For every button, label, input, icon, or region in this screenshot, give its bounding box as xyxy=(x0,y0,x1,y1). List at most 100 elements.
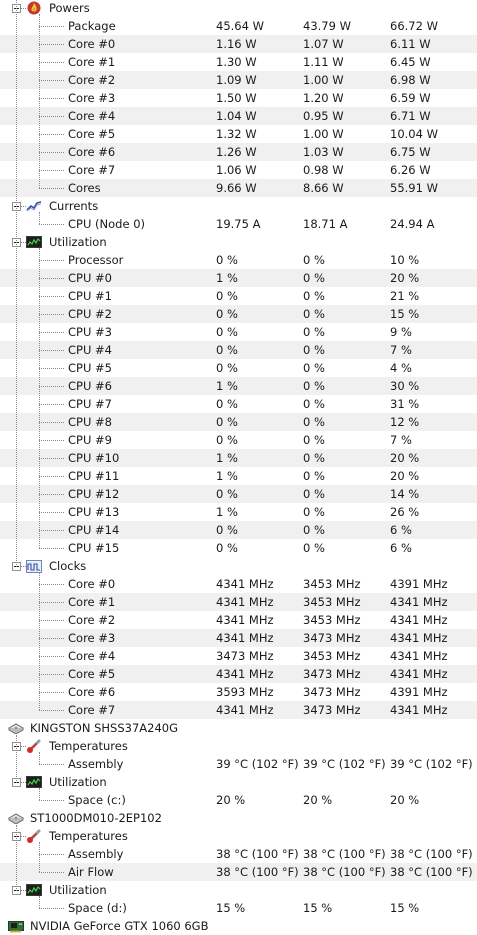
sensor-max: 38 °C (100 °F) xyxy=(390,865,473,879)
sensor-max: 12 % xyxy=(390,415,420,429)
sensor-min: 38 °C (100 °F) xyxy=(303,847,386,861)
device-row-st1000dm010-2ep102[interactable]: ST1000DM010-2EP102 xyxy=(0,809,477,827)
sensor-value: 1 % xyxy=(216,451,238,465)
sensor-row-cpu-9[interactable]: CPU #9 0 % 0 % 7 % xyxy=(0,431,477,449)
sensor-row-core-1[interactable]: Core #1 1.30 W 1.11 W 6.45 W xyxy=(0,53,477,71)
sensor-label: Core #6 xyxy=(68,145,116,159)
sensor-row-core-5[interactable]: Core #5 4341 MHz 3473 MHz 4341 MHz xyxy=(0,665,477,683)
sensor-value: 0 % xyxy=(216,487,238,501)
sensor-label: Core #7 xyxy=(68,703,116,717)
sensor-label: Core #4 xyxy=(68,109,116,123)
group-row-powers[interactable]: Powers xyxy=(0,0,477,17)
sensor-row-core-5[interactable]: Core #5 1.32 W 1.00 W 10.04 W xyxy=(0,125,477,143)
sensor-label: CPU #2 xyxy=(68,307,112,321)
tree-connector-line xyxy=(39,458,64,459)
sensor-row-core-0[interactable]: Core #0 1.16 W 1.07 W 6.11 W xyxy=(0,35,477,53)
sensor-row-cpu-7[interactable]: CPU #7 0 % 0 % 31 % xyxy=(0,395,477,413)
sensor-row-cpu-4[interactable]: CPU #4 0 % 0 % 7 % xyxy=(0,341,477,359)
sensor-row-cpu-2[interactable]: CPU #2 0 % 0 % 15 % xyxy=(0,305,477,323)
sensor-row-core-2[interactable]: Core #2 4341 MHz 3453 MHz 4341 MHz xyxy=(0,611,477,629)
sensor-row-cpu-node-0[interactable]: CPU (Node 0) 19.75 A 18.71 A 24.94 A xyxy=(0,215,477,233)
group-row-temperatures[interactable]: Temperatures xyxy=(0,737,477,755)
sensor-row-core-4[interactable]: Core #4 3473 MHz 3453 MHz 4341 MHz xyxy=(0,647,477,665)
sensor-min: 18.71 A xyxy=(303,217,348,231)
sensor-value: 1 % xyxy=(216,271,238,285)
sensor-row-cpu-14[interactable]: CPU #14 0 % 0 % 6 % xyxy=(0,521,477,539)
sensor-label: CPU #6 xyxy=(68,379,112,393)
sensor-row-processor[interactable]: Processor 0 % 0 % 10 % xyxy=(0,251,477,269)
sensor-value: 0 % xyxy=(216,307,238,321)
sensor-min: 20 % xyxy=(303,793,333,807)
sensor-max: 21 % xyxy=(390,289,420,303)
sensor-row-assembly[interactable]: Assembly 38 °C (100 °F) 38 °C (100 °F) 38 °… xyxy=(0,845,477,863)
sensor-label: Core #1 xyxy=(68,595,116,609)
sensor-row-space-c[interactable]: Space (c:) 20 % 20 % 20 % xyxy=(0,791,477,809)
sensor-label: Assembly xyxy=(68,757,124,771)
sensor-value: 4341 MHz xyxy=(216,613,274,627)
tree-connector-line xyxy=(20,206,26,207)
sensor-row-core-6[interactable]: Core #6 1.26 W 1.03 W 6.75 W xyxy=(0,143,477,161)
sensor-min: 0 % xyxy=(303,325,325,339)
sensor-row-core-3[interactable]: Core #3 1.50 W 1.20 W 6.59 W xyxy=(0,89,477,107)
sensor-label: CPU #8 xyxy=(68,415,112,429)
sensor-row-core-0[interactable]: Core #0 4341 MHz 3453 MHz 4391 MHz xyxy=(0,575,477,593)
sensor-value: 0 % xyxy=(216,361,238,375)
tree-connector-line xyxy=(39,602,64,603)
sensor-row-core-7[interactable]: Core #7 4341 MHz 3473 MHz 4341 MHz xyxy=(0,701,477,719)
sensor-row-cpu-3[interactable]: CPU #3 0 % 0 % 9 % xyxy=(0,323,477,341)
sensor-row-cpu-10[interactable]: CPU #10 1 % 0 % 20 % xyxy=(0,449,477,467)
group-row-temperatures[interactable]: Temperatures xyxy=(0,827,477,845)
device-row-nvidia-geforce-gtx-1060-6gb[interactable]: NVIDIA GeForce GTX 1060 6GB xyxy=(0,917,477,935)
sensor-value: 4341 MHz xyxy=(216,667,274,681)
sensor-row-core-7[interactable]: Core #7 1.06 W 0.98 W 6.26 W xyxy=(0,161,477,179)
group-row-clocks[interactable]: Clocks xyxy=(0,557,477,575)
sensor-max: 6.98 W xyxy=(390,73,431,87)
sensor-row-cpu-8[interactable]: CPU #8 0 % 0 % 12 % xyxy=(0,413,477,431)
sensor-row-core-2[interactable]: Core #2 1.09 W 1.00 W 6.98 W xyxy=(0,71,477,89)
sensor-row-core-3[interactable]: Core #3 4341 MHz 3473 MHz 4341 MHz xyxy=(0,629,477,647)
sensor-label: CPU #11 xyxy=(68,469,120,483)
sensor-row-air-flow[interactable]: Air Flow 38 °C (100 °F) 38 °C (100 °F) 38 °… xyxy=(0,863,477,881)
sensor-max: 4 % xyxy=(390,361,412,375)
group-row-currents[interactable]: Currents xyxy=(0,197,477,215)
sensor-row-cpu-1[interactable]: CPU #1 0 % 0 % 21 % xyxy=(0,287,477,305)
sensor-value: 4341 MHz xyxy=(216,703,274,717)
sensor-row-cpu-5[interactable]: CPU #5 0 % 0 % 4 % xyxy=(0,359,477,377)
sensor-row-core-1[interactable]: Core #1 4341 MHz 3453 MHz 4341 MHz xyxy=(0,593,477,611)
sensor-row-cpu-6[interactable]: CPU #6 1 % 0 % 30 % xyxy=(0,377,477,395)
sensor-row-core-4[interactable]: Core #4 1.04 W 0.95 W 6.71 W xyxy=(0,107,477,125)
group-row-utilization[interactable]: Utilization xyxy=(0,233,477,251)
tree-connector-line xyxy=(39,572,40,710)
sensor-row-cpu-13[interactable]: CPU #13 1 % 0 % 26 % xyxy=(0,503,477,521)
sensor-label: Core #2 xyxy=(68,73,116,87)
sensor-label: Space (d:) xyxy=(68,901,127,915)
sensor-row-cpu-0[interactable]: CPU #0 1 % 0 % 20 % xyxy=(0,269,477,287)
group-row-utilization[interactable]: Utilization xyxy=(0,881,477,899)
sensor-row-cores[interactable]: Cores 9.66 W 8.66 W 55.91 W xyxy=(0,179,477,197)
device-label: ST1000DM010-2EP102 xyxy=(30,811,162,825)
sensor-row-cpu-12[interactable]: CPU #12 0 % 0 % 14 % xyxy=(0,485,477,503)
tree-connector-line xyxy=(39,710,64,711)
device-label: KINGSTON SHSS37A240G xyxy=(30,721,178,735)
sensor-row-space-d[interactable]: Space (d:) 15 % 15 % 15 % xyxy=(0,899,477,917)
tree-connector-line xyxy=(39,854,64,855)
sensor-row-package[interactable]: Package 45.64 W 43.79 W 66.72 W xyxy=(0,17,477,35)
sensor-value: 1.04 W xyxy=(216,109,257,123)
sensor-label: CPU #15 xyxy=(68,541,120,555)
sensor-min: 8.66 W xyxy=(303,181,344,195)
group-row-utilization[interactable]: Utilization xyxy=(0,773,477,791)
sensor-row-core-6[interactable]: Core #6 3593 MHz 3473 MHz 4391 MHz xyxy=(0,683,477,701)
sensor-row-cpu-15[interactable]: CPU #15 0 % 0 % 6 % xyxy=(0,539,477,557)
sensor-label: Core #5 xyxy=(68,667,116,681)
sensor-min: 0 % xyxy=(303,271,325,285)
sensor-value: 0 % xyxy=(216,541,238,555)
tree-connector-line xyxy=(39,332,64,333)
device-row-kingston-shss37a240g[interactable]: KINGSTON SHSS37A240G xyxy=(0,719,477,737)
tree-connector-line xyxy=(20,8,26,9)
sensor-tree[interactable]: Powers Package 45.64 W 43.79 W 66.72 W Core #… xyxy=(0,0,477,935)
sensor-label: Core #1 xyxy=(68,55,116,69)
sensor-max: 4391 MHz xyxy=(390,685,448,699)
sensor-row-cpu-11[interactable]: CPU #11 1 % 0 % 20 % xyxy=(0,467,477,485)
sensor-row-assembly[interactable]: Assembly 39 °C (102 °F) 39 °C (102 °F) 39 °… xyxy=(0,755,477,773)
sensor-min: 3473 MHz xyxy=(303,685,361,699)
